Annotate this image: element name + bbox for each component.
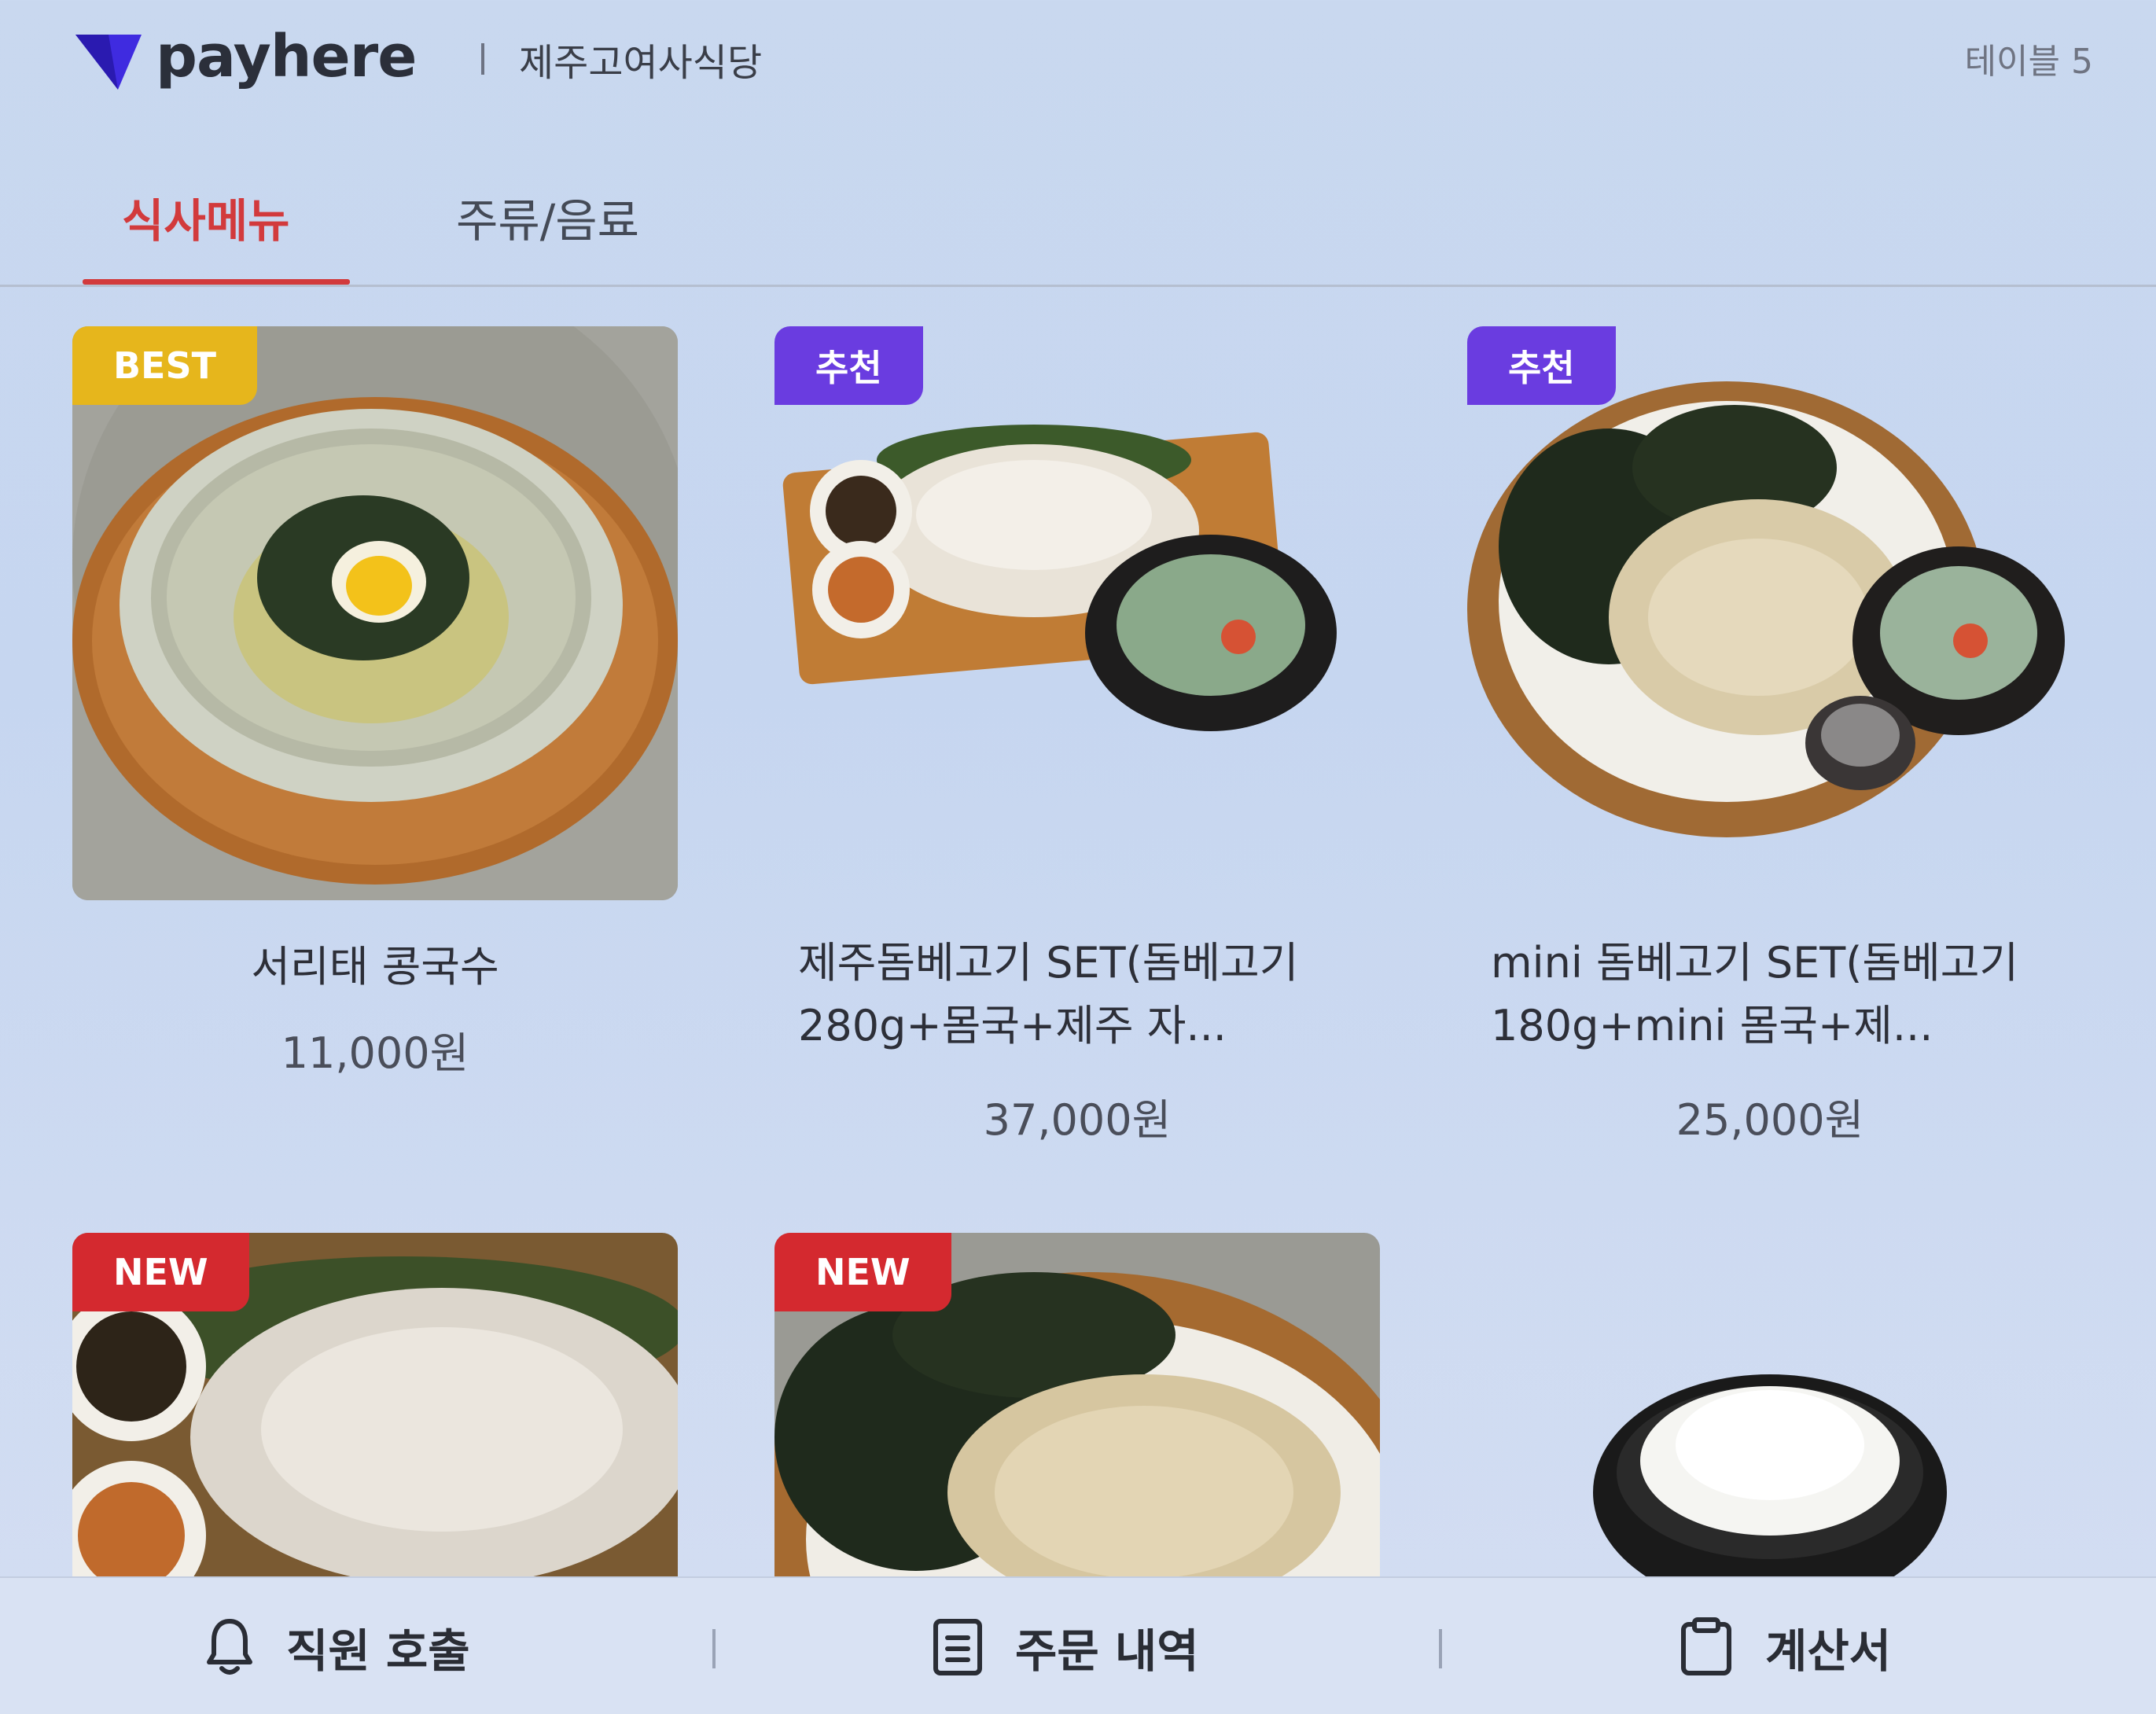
mini-pork-set-image [1467,381,2065,837]
menu-name: 제주돔베고기 SET(돔베고기 280g+몸국+제주 자... [798,938,1299,1050]
menu-card[interactable]: BEST 서리태 콩국수 11,000원 [72,326,678,1097]
menu-card[interactable] [1467,1233,2073,1576]
brand-name: payhere [156,23,417,90]
menu-photo[interactable] [1467,1233,2073,1576]
bottom-action-bar: 직원 호출 주문 내역 계산서 [0,1576,2156,1714]
app-header: payhere 제주고여사식당 테이블 5 [0,0,2156,110]
badge-best: BEST [72,326,257,405]
active-tab-indicator [83,279,350,285]
menu-price: 37,000원 [983,1095,1172,1145]
badge-new: NEW [774,1233,951,1311]
badge-recommended: 추천 [1467,326,1616,405]
menu-photo[interactable]: NEW [72,1233,678,1576]
badge-recommended: 추천 [774,326,923,405]
menu-photo[interactable]: BEST [72,326,678,900]
pork-set-image [782,425,1337,731]
noodle-bowl-image [72,326,678,900]
rice-bowl-image [1593,1374,1947,1576]
menu-photo[interactable]: 추천 [774,326,1380,900]
bottom-bar-divider [712,1629,716,1668]
bell-icon [207,1618,252,1675]
menu-photo[interactable]: 추천 [1467,326,2073,900]
payhere-logo: payhere [69,17,417,96]
order-history-label: 주문 내역 [1015,1624,1199,1678]
bill-button[interactable]: 계산서 [1679,1578,1891,1714]
clipboard-icon [1681,1617,1731,1675]
tab-meal-menu[interactable]: 식사메뉴 [122,184,289,250]
menu-card[interactable]: NEW [774,1233,1380,1576]
bottom-bar-divider [1439,1629,1442,1668]
document-icon [933,1618,982,1675]
call-staff-button[interactable]: 직원 호출 [204,1578,470,1714]
menu-card[interactable]: 추천 제주돔베고기 SET(돔베고기 280g+몸국+제주 자... 37,00… [774,326,1380,1160]
menu-price: 11,000원 [281,1028,469,1078]
menu-card[interactable]: 추천 mini 돔베고기 SET(돔베고기 180g+mini 몸국+제... … [1467,326,2073,1160]
header-divider [481,43,484,75]
menu-photo[interactable]: NEW [774,1233,1380,1576]
tab-alcohol-drinks[interactable]: 주류/음료 [456,184,639,250]
menu-name: 서리태 콩국수 [251,942,499,991]
bill-label: 계산서 [1765,1624,1892,1678]
menu-card[interactable]: NEW [72,1233,678,1576]
order-history-button[interactable]: 주문 내역 [932,1578,1199,1714]
menu-name: mini 돔베고기 SET(돔베고기 180g+mini 몸국+제... [1491,938,2019,1050]
payhere-logo-icon [75,35,142,90]
table-number: 테이블 5 [1964,42,2093,82]
menu-price: 25,000원 [1676,1095,1864,1145]
store-name: 제주고여사식당 [519,41,763,85]
badge-new: NEW [72,1233,249,1311]
call-staff-label: 직원 호출 [286,1624,470,1678]
category-tabs: 식사메뉴 주류/음료 [0,165,2156,287]
